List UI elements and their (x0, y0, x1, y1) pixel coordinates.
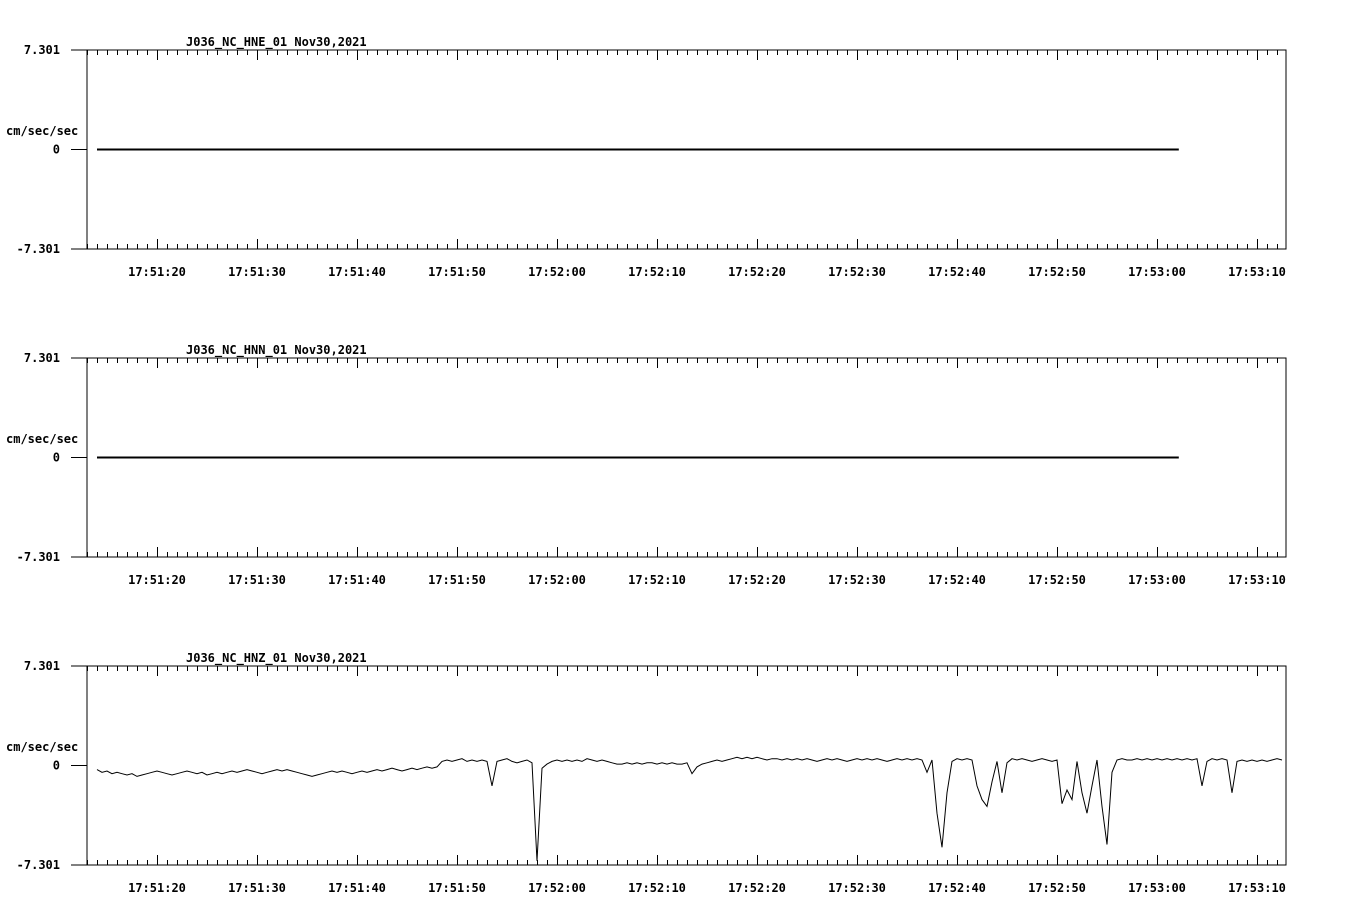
y-tick-label-top: 7.301 (24, 351, 60, 365)
x-tick-label: 17:52:30 (828, 881, 886, 895)
x-tick-label: 17:51:40 (328, 573, 386, 587)
x-tick-label: 17:52:00 (528, 881, 586, 895)
y-tick-label-zero: 0 (53, 759, 60, 773)
panel-1: J036_NC_HNE_01 Nov30,2021 7.301 0 -7.301 cm/… (6, 35, 1287, 279)
y-axis-label: cm/sec/sec (6, 124, 78, 138)
y-tick-label-top: 7.301 (24, 43, 60, 57)
x-tick-label: 17:52:10 (628, 265, 686, 279)
x-tick-label: 17:51:40 (328, 265, 386, 279)
x-tick-label: 17:51:50 (428, 881, 486, 895)
x-tick-label: 17:51:50 (428, 265, 486, 279)
x-tick-label: 17:53:00 (1128, 881, 1186, 895)
y-tick-label-zero: 0 (53, 143, 60, 157)
chart-title: J036_NC_HNE_01 Nov30,2021 (186, 35, 367, 50)
x-tick-label: 17:53:10 (1228, 881, 1286, 895)
y-tick-label-bottom: -7.301 (17, 242, 60, 256)
x-tick-label: 17:53:10 (1228, 573, 1286, 587)
series-trace (96, 756, 1283, 861)
y-axis-label: cm/sec/sec (6, 432, 78, 446)
y-tick-label-top: 7.301 (24, 659, 60, 673)
y-tick-label-bottom: -7.301 (17, 858, 60, 872)
x-tick-label: 17:51:40 (328, 881, 386, 895)
x-tick-label: 17:52:40 (928, 265, 986, 279)
seismogram-figure: J036_NC_HNE_01 Nov30,2021 7.301 0 -7.301 cm/… (6, 35, 1287, 895)
x-tick-label: 17:53:00 (1128, 265, 1186, 279)
x-tick-label: 17:52:40 (928, 573, 986, 587)
x-tick-label: 17:52:20 (728, 573, 786, 587)
x-tick-label: 17:51:20 (128, 573, 186, 587)
x-tick-label: 17:52:00 (528, 265, 586, 279)
chart-title: J036_NC_HNN_01 Nov30,2021 (186, 343, 367, 358)
x-tick-label: 17:51:50 (428, 573, 486, 587)
x-tick-label: 17:51:30 (228, 573, 286, 587)
panel-3: J036_NC_HNZ_01 Nov30,2021 7.301 0 -7.301 cm/… (6, 651, 1287, 895)
x-tick-label: 17:52:50 (1028, 573, 1086, 587)
x-tick-label: 17:53:10 (1228, 265, 1286, 279)
x-tick-label: 17:53:00 (1128, 573, 1186, 587)
x-tick-label: 17:52:00 (528, 573, 586, 587)
x-tick-label: 17:51:30 (228, 265, 286, 279)
x-tick-label: 17:52:20 (728, 881, 786, 895)
x-tick-label: 17:52:20 (728, 265, 786, 279)
x-tick-label: 17:51:20 (128, 881, 186, 895)
x-tick-label: 17:51:30 (228, 881, 286, 895)
x-tick-label: 17:52:40 (928, 881, 986, 895)
y-tick-label-bottom: -7.301 (17, 550, 60, 564)
x-tick-label: 17:52:30 (828, 265, 886, 279)
chart-title: J036_NC_HNZ_01 Nov30,2021 (186, 651, 367, 666)
x-tick-label: 17:52:10 (628, 881, 686, 895)
x-tick-label: 17:52:50 (1028, 881, 1086, 895)
y-axis-label: cm/sec/sec (6, 740, 78, 754)
x-tick-label: 17:52:10 (628, 573, 686, 587)
panel-2: J036_NC_HNN_01 Nov30,2021 7.301 0 -7.301 cm/… (6, 343, 1287, 587)
x-tick-label: 17:52:50 (1028, 265, 1086, 279)
x-tick-label: 17:52:30 (828, 573, 886, 587)
y-tick-label-zero: 0 (53, 451, 60, 465)
x-tick-label: 17:51:20 (128, 265, 186, 279)
